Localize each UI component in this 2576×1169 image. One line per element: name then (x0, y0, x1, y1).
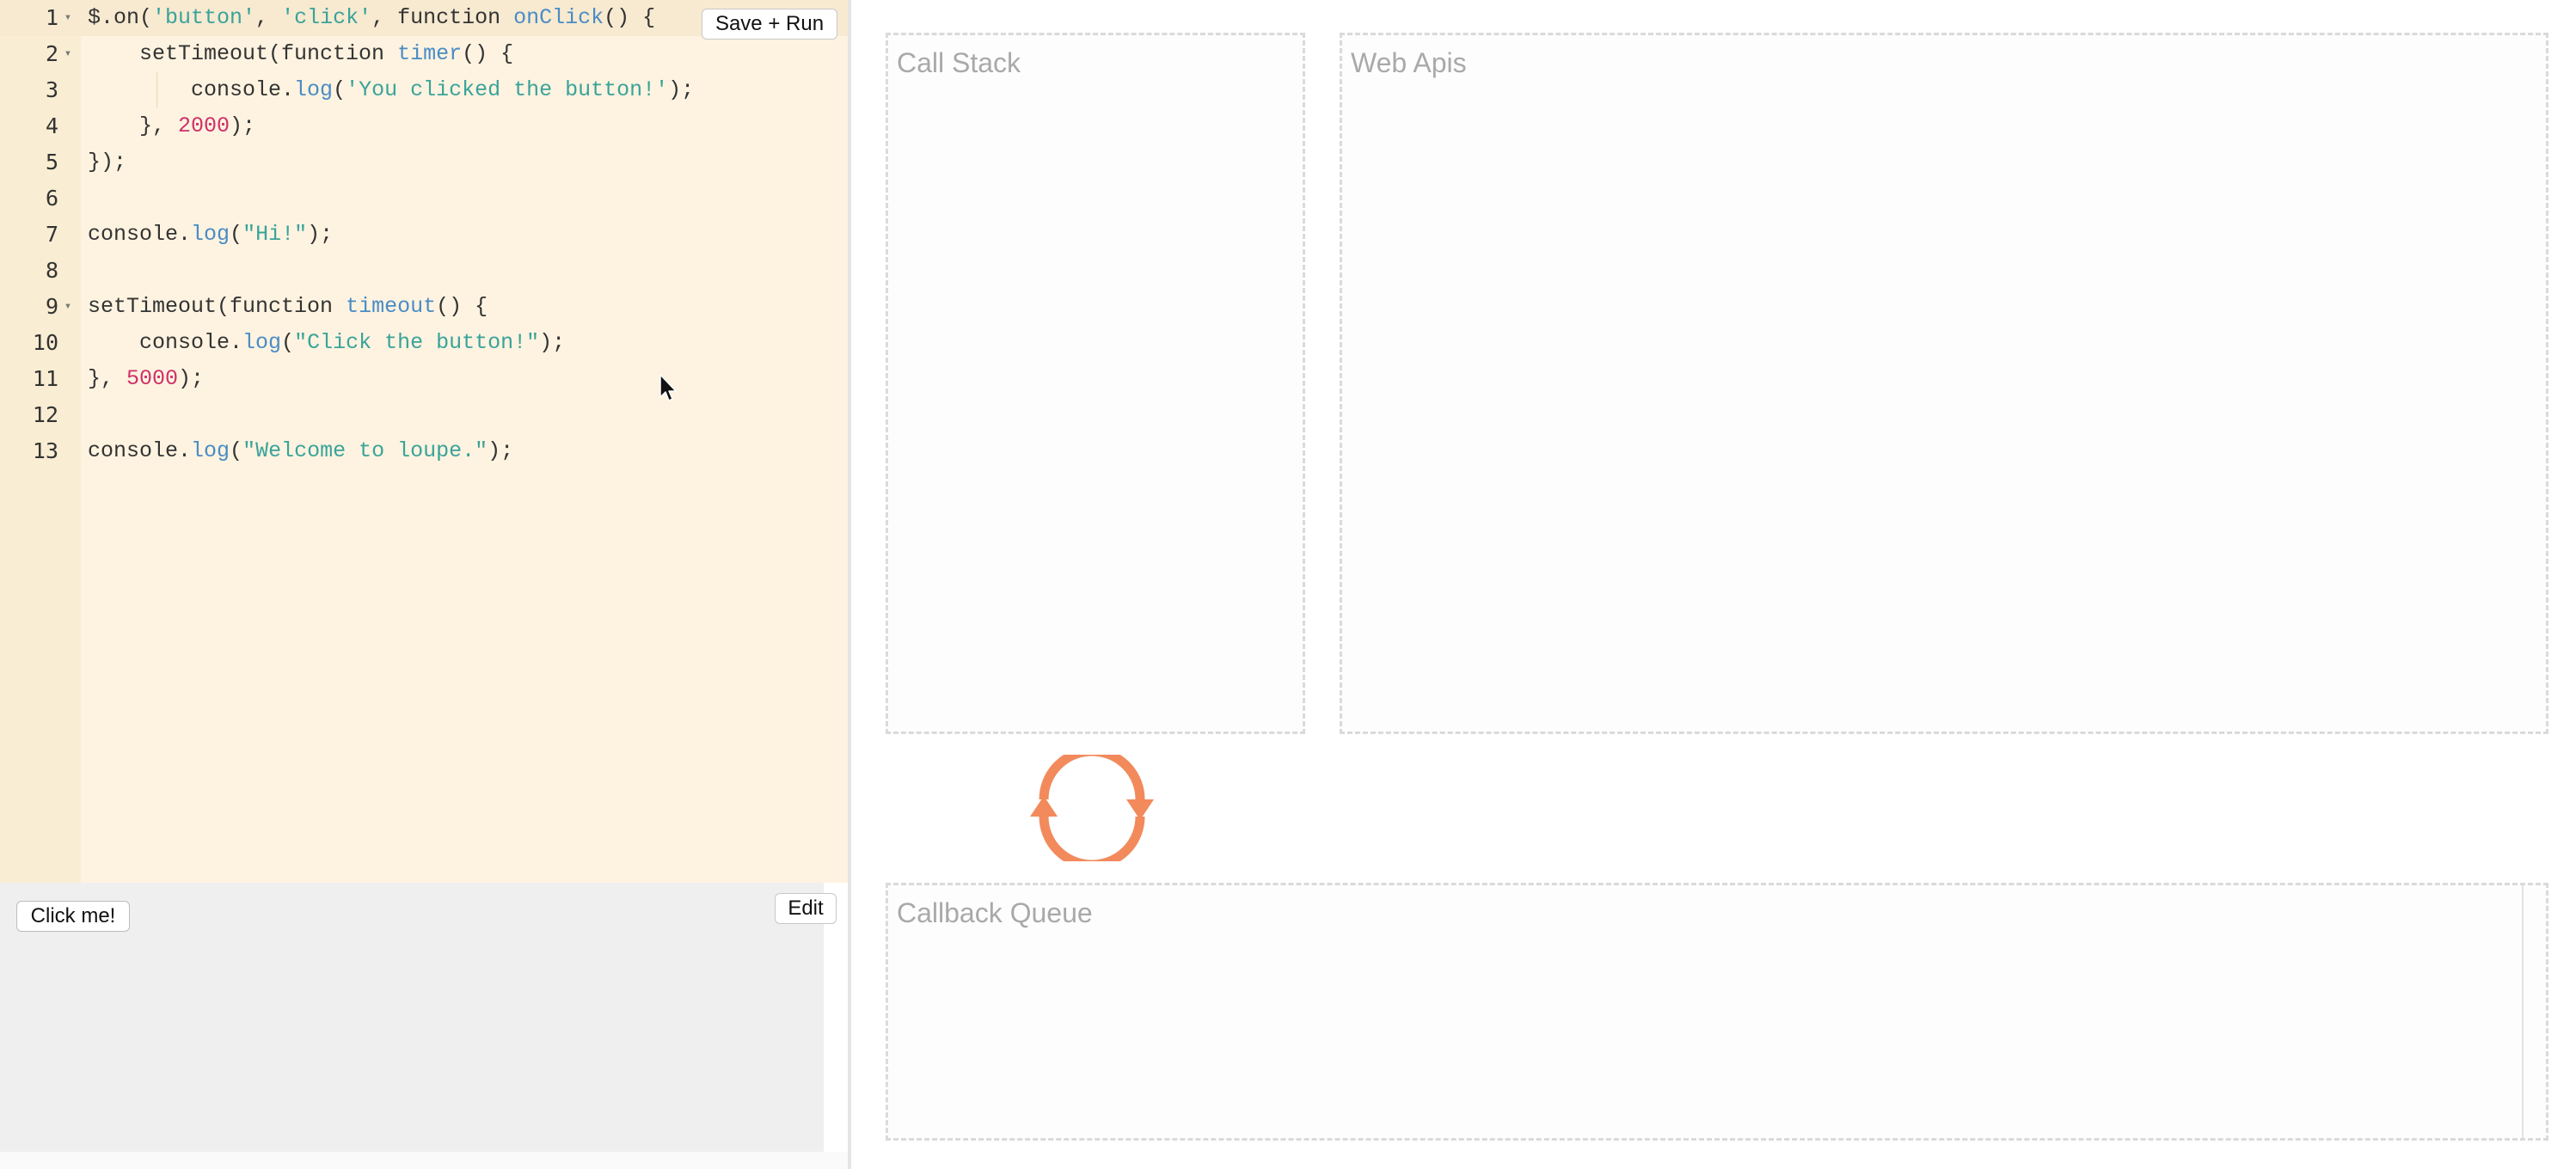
code-editor[interactable]: 1 ▾ $.on('button', 'click', function onCli… (0, 0, 848, 883)
line-number: 8 (45, 258, 58, 283)
mouse-pointer-icon (659, 374, 677, 401)
code-text: console.log("Welcome to loupe."); (88, 433, 513, 469)
code-line[interactable]: 12 (0, 397, 848, 433)
code-token: setTimeout(function (88, 294, 347, 319)
callback-queue-panel: Callback Queue (886, 883, 2548, 1141)
code-token: log (242, 330, 282, 355)
line-number: 12 (32, 402, 58, 427)
code-token: console. (88, 222, 192, 247)
code-token: ); (488, 438, 514, 463)
code-line[interactable]: 8 (0, 253, 848, 289)
call-stack-title: Call Stack (897, 47, 1021, 78)
code-line[interactable]: 6 (0, 181, 848, 217)
code-token: () { (462, 41, 514, 66)
code-token: timeout (346, 294, 437, 319)
code-token: log (191, 438, 230, 463)
code-token: }, (88, 113, 179, 138)
code-token: "Click the button!" (294, 330, 540, 355)
save-run-button[interactable]: Save + Run (702, 9, 837, 40)
code-token: ( (281, 330, 295, 355)
code-text: }, 5000); (88, 361, 204, 397)
code-token: }, (88, 366, 127, 391)
edit-button[interactable]: Edit (775, 893, 837, 924)
code-token: }); (88, 150, 127, 174)
web-apis-title: Web Apis (1351, 47, 1467, 78)
code-token: () { (604, 5, 656, 30)
line-number: 1 (45, 5, 58, 30)
code-token: log (294, 77, 334, 102)
line-number: 7 (45, 222, 58, 247)
code-token: 'click' (281, 5, 372, 30)
callback-queue-title: Callback Queue (897, 897, 1093, 928)
code-token: , function (371, 5, 514, 30)
click-me-button[interactable]: Click me! (16, 901, 130, 932)
code-text: setTimeout(function timer() { (88, 36, 513, 72)
code-text: }, 2000); (88, 108, 255, 144)
code-token: "Hi!" (242, 222, 308, 247)
code-token: 5000 (126, 366, 179, 391)
code-token: ); (178, 366, 205, 391)
code-token: 2000 (178, 113, 230, 138)
code-token: onClick (513, 5, 604, 30)
call-stack-panel: Call Stack (886, 33, 1305, 734)
loupe-app: 1 ▾ $.on('button', 'click', function onCli… (0, 0, 2576, 1169)
line-number: 9 (45, 294, 58, 319)
fold-toggle-icon[interactable]: ▾ (62, 289, 74, 325)
code-token: ); (307, 222, 334, 247)
code-token: timer (397, 41, 463, 66)
code-text: console.log("Click the button!"); (88, 325, 565, 361)
code-text: }); (88, 144, 126, 181)
code-token: 'button' (152, 5, 256, 30)
code-token: $.on( (88, 5, 153, 30)
line-number: 6 (45, 186, 58, 211)
code-line[interactable]: 2 ▾ setTimeout(function timer() { (0, 36, 848, 72)
code-text: setTimeout(function timeout() { (88, 289, 488, 325)
line-number: 13 (32, 438, 58, 463)
line-number: 11 (32, 366, 58, 391)
code-token: ); (230, 113, 256, 138)
fold-toggle-icon[interactable]: ▾ (62, 36, 74, 72)
fold-toggle-icon[interactable]: ▾ (62, 0, 74, 36)
code-line[interactable]: 4 }, 2000); (0, 108, 848, 144)
code-line[interactable]: 7 console.log("Hi!"); (0, 217, 848, 253)
code-token: console. (88, 330, 243, 355)
code-token: setTimeout(function (88, 41, 398, 66)
event-loop-icon (1030, 755, 1154, 861)
line-number: 4 (45, 113, 58, 138)
code-token: console. (88, 438, 192, 463)
line-number: 5 (45, 150, 58, 174)
code-token: () { (436, 294, 488, 319)
preview-footer (0, 1152, 848, 1169)
code-token: 'You clicked the button!' (346, 77, 669, 102)
web-apis-panel: Web Apis (1340, 33, 2548, 734)
line-number: 10 (32, 330, 58, 355)
code-token: ); (668, 77, 695, 102)
code-text: console.log("Hi!"); (88, 217, 333, 253)
code-token: ( (230, 222, 243, 247)
code-token: ( (333, 77, 347, 102)
code-token: log (191, 222, 230, 247)
code-token: "Welcome to loupe." (242, 438, 488, 463)
code-line[interactable]: 3 console.log('You clicked the button!')… (0, 72, 848, 108)
code-token: console. (88, 77, 295, 102)
line-number: 3 (45, 77, 58, 102)
code-text: $.on('button', 'click', function onClick… (88, 0, 655, 36)
code-text: console.log('You clicked the button!'); (88, 72, 694, 108)
code-line[interactable]: 9 ▾ setTimeout(function timeout() { (0, 289, 848, 325)
code-token: , (255, 5, 282, 30)
code-line[interactable]: 10 console.log("Click the button!"); (0, 325, 848, 361)
line-number: 2 (45, 41, 58, 66)
code-token: ( (230, 438, 243, 463)
pane-splitter[interactable] (848, 0, 851, 1169)
queue-scrollbar[interactable] (2522, 885, 2524, 1138)
code-line[interactable]: 5}); (0, 144, 848, 181)
code-line[interactable]: 11}, 5000); (0, 361, 848, 397)
code-token: ); (539, 330, 566, 355)
code-line[interactable]: 13 console.log("Welcome to loupe."); (0, 433, 848, 469)
